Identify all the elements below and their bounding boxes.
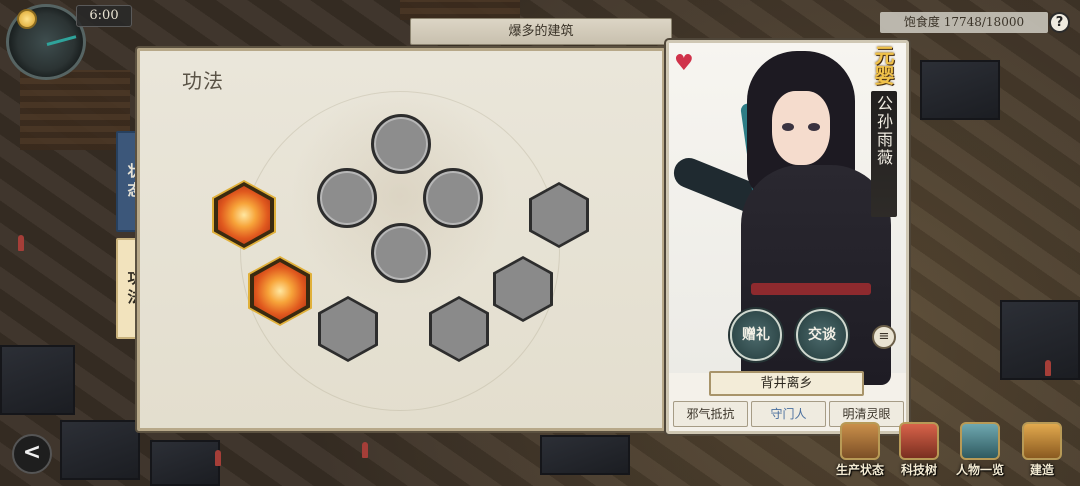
back-button[interactable]: <: [12, 434, 52, 474]
farm-field: [20, 70, 130, 150]
trait-tag[interactable]: 守门人: [751, 401, 826, 427]
building-roof: [150, 440, 220, 486]
nav-label: 人物一览: [955, 463, 1004, 477]
building-roof: [1000, 300, 1080, 380]
portrait-sash: [751, 283, 871, 295]
building-roof: [920, 60, 1000, 120]
nav-label: 科技树: [900, 463, 937, 477]
nav-production-status[interactable]: 生产状态: [832, 422, 888, 482]
nav-tech-tree[interactable]: 科技树: [891, 422, 947, 482]
origin-tag[interactable]: 背井离乡: [709, 371, 864, 396]
circle-slot-right[interactable]: [423, 168, 483, 228]
building-roof: [0, 345, 75, 415]
heart-icon[interactable]: ♥: [674, 53, 698, 75]
scroll-icon: [899, 422, 939, 460]
circle-slot-top[interactable]: [371, 114, 431, 174]
day-clock[interactable]: [6, 4, 86, 80]
circle-slot-bottom[interactable]: [371, 223, 431, 283]
clock-hand: [46, 35, 77, 46]
sun-icon: [17, 9, 37, 29]
cultivation-rank: 元婴: [871, 45, 895, 85]
circle-slot-left[interactable]: [317, 168, 377, 228]
people-icon: [960, 422, 1000, 460]
time-display: 6:00: [76, 5, 132, 27]
building-roof: [540, 435, 630, 475]
flame-skill-icon: [218, 186, 270, 244]
talk-button[interactable]: 交谈: [796, 309, 848, 361]
character-name: 公孙雨薇: [874, 95, 893, 167]
area-title-banner: 爆多的建筑: [410, 18, 672, 45]
villager: [362, 442, 368, 458]
menu-icon[interactable]: ≡: [872, 325, 896, 349]
gift-button[interactable]: 赠礼: [730, 309, 782, 361]
villager: [215, 450, 221, 466]
nav-label: 建造: [1029, 463, 1054, 477]
help-button[interactable]: ?: [1049, 12, 1070, 33]
building-roof: [60, 420, 140, 480]
satiety-display: 饱食度 17748/18000: [880, 12, 1048, 33]
portrait-eye: [808, 123, 820, 131]
ledger-icon: [840, 422, 880, 460]
portrait-face: [772, 91, 830, 165]
sun-skill-icon: [254, 262, 306, 320]
villager: [1045, 360, 1051, 376]
farm-field: [400, 0, 520, 20]
character-card: ♥ 元婴 公孙雨薇 赠礼 交谈 ≡ 背井离乡 邪气抵抗 守门人 明清灵眼: [666, 40, 909, 434]
nav-label: 生产状态: [835, 463, 884, 477]
villager: [18, 235, 24, 251]
panel-title: 功法: [182, 69, 224, 93]
portrait-eye: [782, 123, 794, 131]
trait-tag[interactable]: 邪气抵抗: [673, 401, 748, 427]
hammer-icon: [1022, 422, 1062, 460]
nav-build[interactable]: 建造: [1014, 422, 1070, 482]
nav-character-list[interactable]: 人物一览: [952, 422, 1008, 482]
